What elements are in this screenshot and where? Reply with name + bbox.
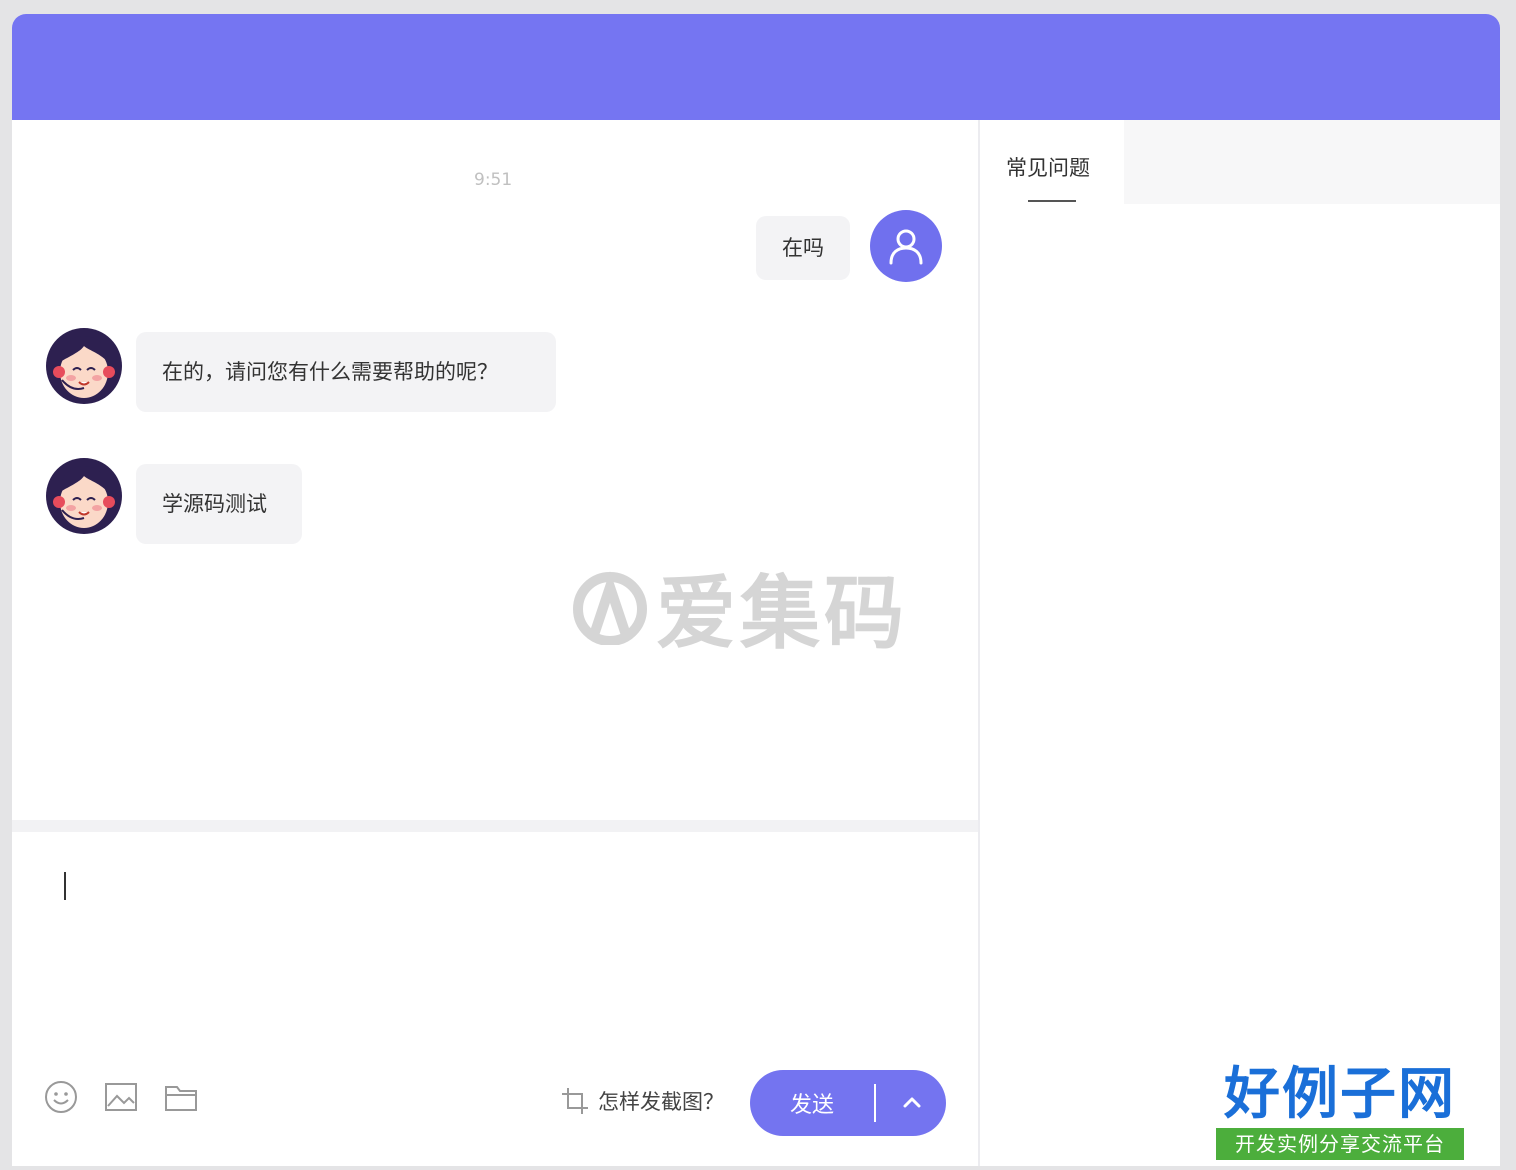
tab-label: 常见问题 [1006, 156, 1090, 180]
watermark-logo: 爱集码 [572, 562, 908, 660]
input-divider [12, 820, 978, 832]
folder-icon[interactable] [162, 1078, 200, 1116]
agent-avatar [46, 458, 122, 534]
tab-faq[interactable]: 常见问题 [980, 120, 1124, 204]
message-text: 学源码测试 [162, 492, 267, 516]
window-header [12, 14, 1500, 120]
faq-sidebar: 常见问题 [980, 120, 1500, 1166]
user-message-bubble: 在吗 [756, 216, 850, 280]
chat-window: 9:51 在吗 在的，请问您有什么需要帮助的呢？ 学源码测试 爱集码 怎样发截图… [12, 14, 1500, 1166]
sidebar-tab-bar: 常见问题 [980, 120, 1500, 204]
tab-active-indicator [1028, 200, 1076, 202]
message-input[interactable]: 怎样发截图？ 发送 [12, 832, 978, 1166]
send-button[interactable]: 发送 [750, 1070, 874, 1136]
brand-title: 好例子网 [1224, 1061, 1456, 1127]
user-avatar [870, 210, 942, 282]
agent-message-bubble: 在的，请问您有什么需要帮助的呢？ [136, 332, 556, 412]
chat-panel: 9:51 在吗 在的，请问您有什么需要帮助的呢？ 学源码测试 爱集码 怎样发截图… [12, 120, 978, 1166]
send-options-button[interactable] [878, 1070, 946, 1136]
user-icon [889, 229, 923, 265]
brand-subtitle: 开发实例分享交流平台 [1216, 1128, 1464, 1160]
screenshot-help-link[interactable]: 怎样发截图？ [560, 1084, 724, 1118]
logo-icon [573, 571, 647, 645]
send-separator [874, 1084, 876, 1122]
logo-text: 爱集码 [656, 567, 908, 660]
text-caret [64, 872, 66, 900]
agent-message-bubble: 学源码测试 [136, 464, 302, 544]
emoji-icon[interactable] [42, 1078, 80, 1116]
message-text: 在的，请问您有什么需要帮助的呢？ [162, 360, 498, 384]
message-timestamp: 9:51 [474, 170, 513, 190]
chevron-up-icon [903, 1097, 921, 1108]
image-icon[interactable] [102, 1078, 140, 1116]
send-button-group: 发送 [750, 1070, 946, 1136]
agent-avatar [46, 328, 122, 404]
brand-watermark: 好例子网 开发实例分享交流平台 [1216, 1062, 1464, 1162]
message-text: 在吗 [782, 236, 824, 260]
screenshot-help-label: 怎样发截图？ [598, 1090, 724, 1114]
crop-icon [562, 1088, 588, 1114]
